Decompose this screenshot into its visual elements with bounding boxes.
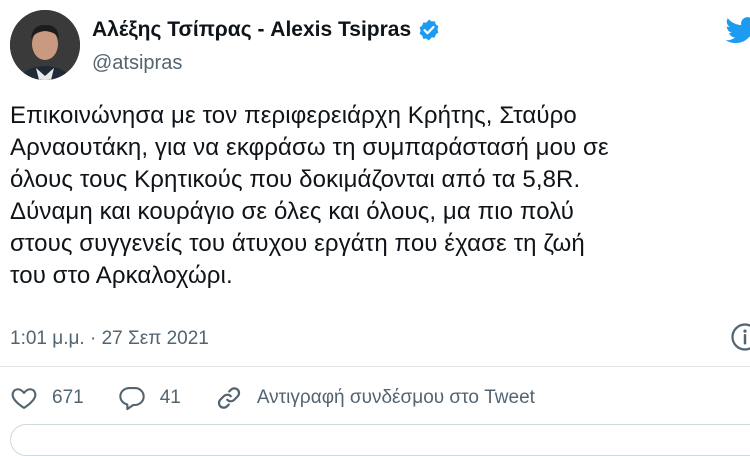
link-icon	[215, 384, 243, 412]
tweet-timestamp[interactable]: 1:01 μ.μ. · 27 Σεπ 2021	[10, 328, 209, 350]
like-count: 671	[52, 387, 84, 409]
reply-icon	[118, 384, 146, 412]
divider	[0, 366, 750, 367]
tweet-line: Δύναμη και κουράγιο σε όλες και όλους, μ…	[10, 196, 750, 228]
author-name-row[interactable]: Αλέξης Τσίπρας - Alexis Tsipras	[92, 18, 441, 42]
reply-box[interactable]	[10, 424, 750, 456]
like-button[interactable]: 671	[10, 384, 84, 412]
avatar[interactable]	[10, 10, 80, 80]
reply-count: 41	[160, 387, 181, 409]
copy-link-label: Αντιγραφή συνδέσμου στο Tweet	[257, 387, 535, 409]
tweet-actions: 671 41 Αντιγραφή συνδέσμου στο Tweet	[10, 382, 569, 414]
tweet-line: Αρναουτάκη, για να εκφράσω τη συμπαράστα…	[10, 132, 750, 164]
tweet-line: του στο Αρκαλοχώρι.	[10, 260, 750, 292]
tweet-line: όλους τους Κρητικούς που δοκιμάζονται απ…	[10, 164, 750, 196]
profile-photo	[10, 10, 80, 80]
copy-link-button[interactable]: Αντιγραφή συνδέσμου στο Tweet	[215, 384, 535, 412]
heart-icon	[10, 384, 38, 412]
verified-badge-icon	[417, 18, 441, 42]
tweet-line: στους συγγενείς του άτυχου εργάτη που έχ…	[10, 228, 750, 260]
author-display-name[interactable]: Αλέξης Τσίπρας - Alexis Tsipras	[92, 18, 411, 42]
author-handle[interactable]: @atsipras	[92, 52, 182, 75]
tweet-text: Επικοινώνησα με τον περιφερειάρχη Κρήτης…	[10, 100, 750, 292]
tweet-line: Επικοινώνησα με τον περιφερειάρχη Κρήτης…	[10, 100, 750, 132]
info-icon[interactable]	[730, 322, 750, 352]
reply-button[interactable]: 41	[118, 384, 181, 412]
twitter-bird-icon[interactable]	[722, 14, 750, 46]
